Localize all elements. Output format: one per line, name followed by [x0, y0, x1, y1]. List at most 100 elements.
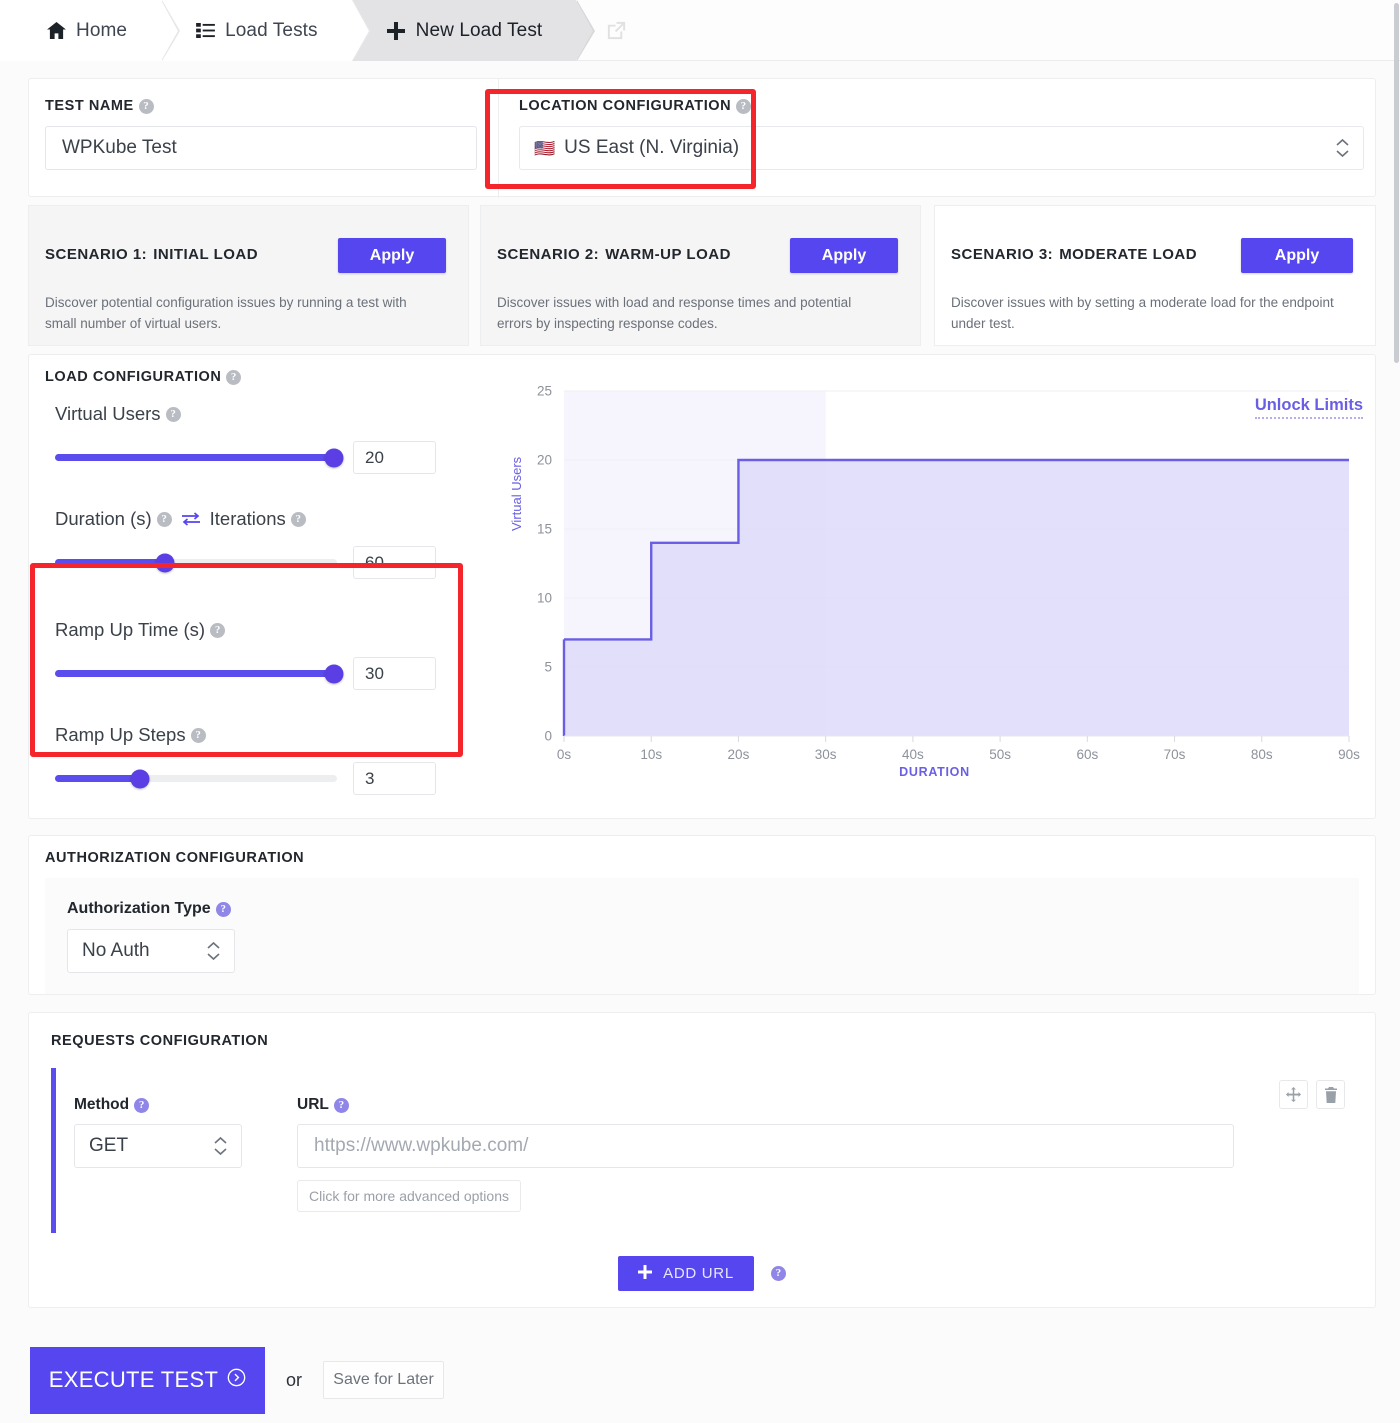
arrow-right-circle-icon [227, 1367, 246, 1393]
breadcrumb-item-load-tests[interactable]: Load Tests [161, 0, 371, 61]
load-configuration-panel: LOAD CONFIGURATION? Unlock Limits Virtua… [28, 354, 1376, 819]
add-url-button[interactable]: ADD URL [618, 1256, 754, 1291]
authorization-panel: AUTHORIZATION CONFIGURATION Authorizatio… [28, 835, 1376, 995]
field-duration: Duration (s)? Iterations? [55, 508, 475, 579]
trash-icon[interactable] [1316, 1080, 1345, 1109]
slider-handle[interactable] [324, 664, 344, 683]
chevron-updown-icon[interactable] [214, 1136, 227, 1156]
plus-icon [638, 1264, 653, 1283]
chevron-updown-icon[interactable] [207, 941, 220, 961]
location-value: US East (N. Virginia) [564, 137, 740, 158]
requests-title: REQUESTS CONFIGURATION [51, 1033, 269, 1049]
help-icon[interactable]: ? [138, 98, 154, 114]
help-icon[interactable]: ? [290, 511, 306, 527]
help-icon[interactable]: ? [134, 1097, 150, 1113]
ramp-up-time-slider[interactable] [55, 664, 344, 683]
help-icon[interactable]: ? [156, 511, 172, 527]
requests-panel: REQUESTS CONFIGURATION Method? GET URL ?… [28, 1012, 1376, 1308]
test-name-group: TEST NAME? [45, 98, 477, 170]
ramp-up-time-input[interactable] [353, 657, 436, 690]
field-ramp-up-steps: Ramp Up Steps? [55, 724, 475, 795]
request-method-group: Method? GET [74, 1096, 242, 1168]
virtual-users-slider[interactable] [55, 448, 344, 467]
scenario-3-title: SCENARIO 3: MODERATE LOAD [951, 246, 1198, 263]
help-icon[interactable]: ? [333, 1097, 349, 1113]
virtual-users-input[interactable] [353, 441, 436, 474]
virtual-users-label: Virtual Users? [55, 403, 475, 425]
help-icon[interactable]: ? [165, 406, 181, 422]
breadcrumb-item-new-load-test[interactable]: New Load Test [351, 0, 595, 61]
load-config-sliders: Virtual Users? Duration (s)? [55, 403, 475, 795]
ramp-up-steps-slider[interactable] [55, 769, 337, 788]
execute-test-label: EXECUTE TEST [48, 1367, 219, 1392]
scenario-3-description: Discover issues with by setting a modera… [951, 295, 1334, 331]
breadcrumb-label-load-tests: Load Tests [225, 19, 318, 41]
ramp-up-chart: Virtual Users DURATION 0 5 10 15 20 25 0s 10s 2… [507, 381, 1362, 791]
request-row: Method? GET URL? Click for more advanced… [51, 1068, 1359, 1233]
scenario-1-apply-button[interactable]: Apply [338, 238, 446, 273]
scenario-3-apply-button[interactable]: Apply [1241, 238, 1353, 273]
help-icon[interactable]: ? [210, 622, 226, 638]
scenario-card-2: SCENARIO 2: WARM-UP LOAD Apply Discover i… [480, 205, 921, 346]
scrollbar-thumb[interactable] [1394, 3, 1399, 363]
authorization-type-select[interactable]: No Auth [67, 929, 235, 973]
field-virtual-users: Virtual Users? [55, 403, 475, 474]
footer-actions: EXECUTE TEST or Save for Later [0, 1337, 1400, 1423]
chart-svg [562, 390, 1350, 742]
test-name-label: TEST NAME? [45, 98, 477, 114]
iterations-label[interactable]: Iterations [210, 508, 286, 530]
slider-handle[interactable] [130, 769, 150, 788]
request-url-group: URL? Click for more advanced options [297, 1096, 1234, 1212]
or-label: or [286, 1369, 303, 1390]
home-icon [46, 21, 66, 41]
help-icon[interactable]: ? [215, 901, 231, 917]
plus-icon [386, 21, 406, 41]
add-url-label: ADD URL [663, 1265, 734, 1282]
move-icon[interactable] [1279, 1080, 1308, 1109]
add-url-row: ADD URL ? [29, 1256, 1375, 1291]
breadcrumb-item-home[interactable]: Home [0, 0, 181, 61]
chevron-updown-icon[interactable] [1336, 138, 1349, 158]
load-configuration-title: LOAD CONFIGURATION? [45, 369, 242, 385]
list-icon [195, 21, 215, 41]
duration-input[interactable] [353, 546, 436, 579]
save-for-later-button[interactable]: Save for Later [323, 1361, 445, 1399]
execute-test-button[interactable]: EXECUTE TEST [30, 1346, 265, 1414]
us-flag-icon: 🇺🇸 [534, 138, 556, 158]
location-label: LOCATION CONFIGURATION? [519, 98, 1364, 114]
method-select[interactable]: GET [74, 1124, 242, 1168]
duration-label: Duration (s)? Iterations? [55, 508, 475, 530]
scenario-card-3: SCENARIO 3: MODERATE LOAD Apply Discover … [934, 205, 1376, 346]
help-icon[interactable]: ? [770, 1266, 786, 1281]
ramp-up-steps-label: Ramp Up Steps? [55, 724, 475, 746]
advanced-options-button[interactable]: Click for more advanced options [297, 1180, 521, 1212]
request-row-tools [1279, 1080, 1345, 1109]
authorization-type-value: No Auth [82, 940, 150, 961]
ramp-up-steps-input[interactable] [353, 762, 436, 795]
url-label: URL? [297, 1096, 1234, 1114]
scenario-card-1: SCENARIO 1: INITIAL LOAD Apply Discover p… [28, 205, 469, 346]
test-identity-panel: TEST NAME? LOCATION CONFIGURATION? 🇺🇸 US… [28, 78, 1376, 198]
scenario-2-description: Discover issues with load and response t… [497, 295, 852, 331]
page-scrollbar[interactable] [1393, 0, 1400, 1423]
location-select[interactable]: 🇺🇸 US East (N. Virginia) [519, 126, 1364, 170]
test-name-input[interactable] [45, 126, 477, 170]
help-icon[interactable]: ? [190, 727, 206, 743]
duration-slider[interactable] [55, 553, 337, 572]
scenario-1-description: Discover potential configuration issues … [45, 295, 407, 331]
breadcrumb-label-home: Home [76, 19, 128, 41]
scenario-cards: SCENARIO 1: INITIAL LOAD Apply Discover p… [28, 205, 1376, 346]
ramp-up-time-label: Ramp Up Time (s)? [55, 619, 475, 641]
help-icon[interactable]: ? [736, 98, 752, 114]
url-input[interactable] [297, 1124, 1234, 1168]
scenario-1-title: SCENARIO 1: INITIAL LOAD [45, 246, 259, 263]
authorization-body: Authorization Type? No Auth [45, 878, 1359, 994]
authorization-title: AUTHORIZATION CONFIGURATION [45, 850, 305, 866]
slider-handle[interactable] [155, 553, 175, 572]
swap-icon[interactable] [181, 512, 201, 526]
panel-divider [498, 79, 499, 198]
help-icon[interactable]: ? [226, 369, 242, 385]
scenario-2-apply-button[interactable]: Apply [790, 238, 898, 273]
authorization-type-label: Authorization Type? [67, 900, 1359, 918]
slider-handle[interactable] [324, 448, 344, 467]
